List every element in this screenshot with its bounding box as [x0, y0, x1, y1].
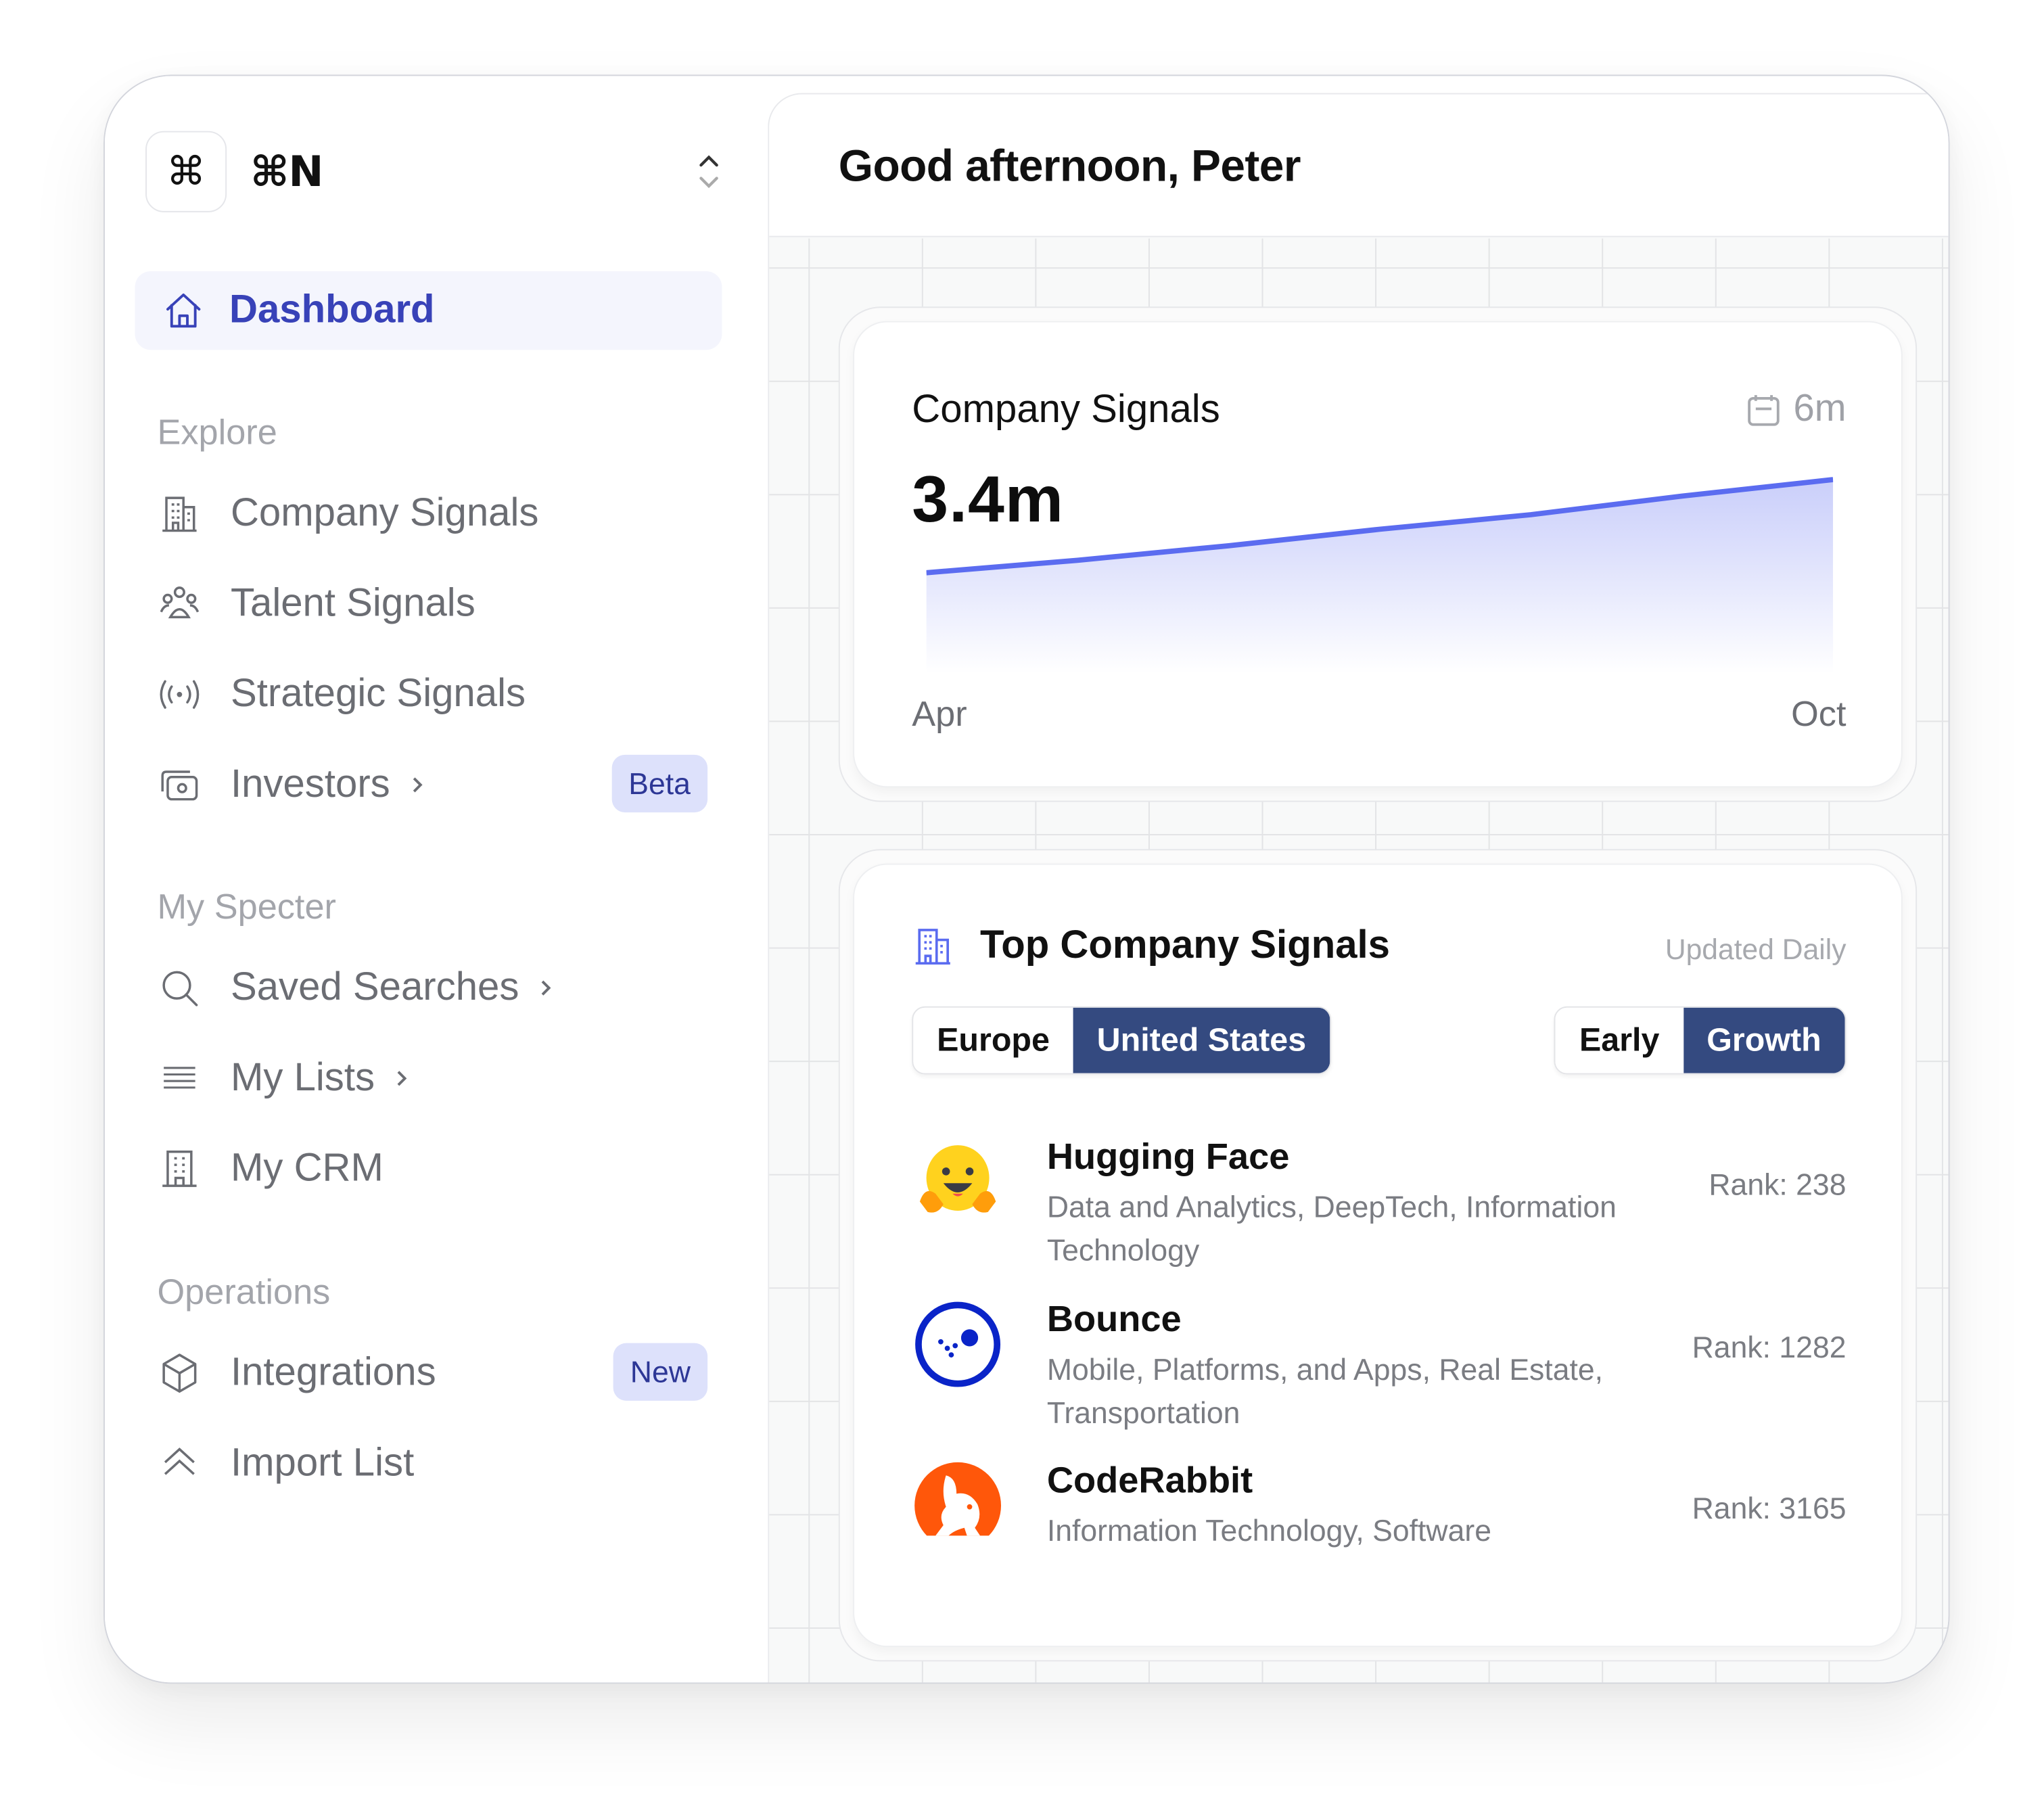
area-fill — [926, 480, 1834, 674]
sidebar-item-saved-searches[interactable]: Saved Searches — [157, 955, 707, 1021]
sidebar-item-investors[interactable]: Investors Beta — [157, 752, 708, 818]
workspace-switcher[interactable]: ⌘ ⌘N — [145, 130, 722, 214]
company-name: CodeRabbit — [1046, 1460, 1253, 1501]
search-icon — [162, 971, 198, 1006]
company-row[interactable]: Bounce Mobile, Platforms, and Apps, Real… — [912, 1298, 1846, 1429]
sidebar-item-label: Strategic Signals — [230, 672, 526, 716]
money-stack-icon — [161, 770, 198, 801]
section-title-explore: Explore — [157, 413, 277, 453]
date-range-label: 6m — [1793, 388, 1846, 430]
sidebar-item-label: Saved Searches — [230, 965, 519, 1009]
top-company-signals-card-body: Top Company Signals Updated Daily Europe… — [853, 863, 1903, 1648]
sidebar-item-label: My Lists — [230, 1056, 375, 1100]
region-option-europe[interactable]: Europe — [913, 1007, 1073, 1073]
chevron-right-icon — [541, 980, 551, 996]
workspace-logo: ⌘ — [145, 131, 227, 212]
building-icon — [162, 496, 197, 532]
sidebar-item-label: Company Signals — [230, 491, 539, 535]
company-signals-card-body: Company Signals 6m 3.4m Apr Oct — [853, 321, 1903, 788]
card-title: Top Company Signals — [980, 923, 1391, 967]
workspace-name: ⌘N — [250, 146, 323, 197]
stage: ⌘ ⌘N Dashboard Explore Company Signals T… — [0, 0, 2044, 1808]
region-option-united-states[interactable]: United States — [1073, 1007, 1330, 1073]
company-rank: Rank: 3165 — [1692, 1491, 1846, 1525]
calendar-icon — [1747, 394, 1780, 425]
broadcast-icon — [160, 680, 200, 709]
company-rank: Rank: 238 — [1709, 1167, 1846, 1202]
company-tags: Mobile, Platforms, and Apps, Real Estate… — [1046, 1352, 1604, 1430]
sidebar-item-import-list[interactable]: Import List — [157, 1431, 707, 1496]
home-icon — [166, 293, 201, 328]
card-title: Company Signals — [912, 388, 1220, 432]
sidebar-item-dashboard[interactable]: Dashboard — [135, 271, 722, 350]
region-toggle: Europe United States — [912, 1006, 1331, 1075]
office-building-icon — [162, 1151, 197, 1187]
page-title: Good afternoon, Peter — [838, 141, 1301, 191]
sidebar-item-talent-signals[interactable]: Talent Signals — [157, 572, 707, 637]
x-tick-label: Apr — [912, 694, 967, 734]
company-signals-card[interactable]: Company Signals 6m 3.4m Apr Oct — [838, 306, 1918, 802]
main-header: Good afternoon, Peter — [769, 94, 1949, 237]
sidebar-item-label: My CRM — [230, 1146, 384, 1190]
sidebar-item-label: Import List — [230, 1441, 415, 1485]
chevron-right-icon — [413, 777, 423, 793]
building-icon — [915, 929, 950, 965]
company-name: Bounce — [1046, 1298, 1182, 1339]
company-row[interactable]: CodeRabbit Information Technology, Softw… — [912, 1460, 1846, 1591]
sidebar-item-my-crm[interactable]: My CRM — [157, 1136, 707, 1202]
sidebar-item-label: Investors — [230, 762, 390, 806]
company-rank: Rank: 1282 — [1692, 1330, 1846, 1364]
main-content: Good afternoon, Peter Company Signals 6m — [768, 93, 1949, 1683]
company-name: Hugging Face — [1046, 1136, 1290, 1177]
update-frequency: Updated Daily — [1665, 933, 1846, 966]
section-title-operations: Operations — [157, 1272, 331, 1312]
stage-toggle: Early Growth — [1554, 1006, 1846, 1075]
sidebar-item-label: Dashboard — [229, 288, 435, 332]
x-tick-label: Oct — [1791, 694, 1846, 734]
coderabbit-logo — [914, 1462, 1002, 1536]
chevron-up-down-icon — [699, 155, 718, 189]
chevron-right-icon — [397, 1071, 407, 1086]
section-title-my-specter: My Specter — [157, 887, 336, 927]
stage-option-growth[interactable]: Growth — [1683, 1007, 1845, 1073]
company-tags: Information Technology, Software — [1046, 1513, 1491, 1548]
date-range-selector[interactable]: 6m — [1746, 388, 1846, 431]
signals-area-chart — [926, 477, 1834, 674]
people-icon — [160, 586, 200, 619]
sidebar-item-my-lists[interactable]: My Lists — [157, 1046, 707, 1111]
double-chevron-up-icon — [164, 1447, 195, 1475]
hugging-face-logo — [919, 1145, 996, 1213]
sidebar: ⌘ ⌘N Dashboard Explore Company Signals T… — [104, 76, 768, 1683]
sidebar-item-strategic-signals[interactable]: Strategic Signals — [157, 662, 707, 727]
new-badge: New — [613, 1343, 708, 1401]
list-icon — [164, 1067, 195, 1089]
sidebar-item-label: Integrations — [230, 1351, 436, 1395]
company-tags: Data and Analytics, DeepTech, Informatio… — [1046, 1189, 1617, 1268]
company-row[interactable]: Hugging Face Data and Analytics, DeepTec… — [912, 1136, 1846, 1267]
sidebar-item-integrations[interactable]: Integrations New — [157, 1341, 708, 1406]
bounce-logo — [915, 1301, 1001, 1387]
stage-option-early[interactable]: Early — [1556, 1007, 1683, 1073]
top-company-signals-card: Top Company Signals Updated Daily Europe… — [838, 849, 1918, 1662]
sidebar-item-company-signals[interactable]: Company Signals — [157, 481, 707, 547]
beta-badge: Beta — [611, 754, 708, 813]
cube-icon — [162, 1353, 197, 1393]
sidebar-item-label: Talent Signals — [230, 582, 475, 626]
app-window: ⌘ ⌘N Dashboard Explore Company Signals T… — [103, 74, 1950, 1684]
